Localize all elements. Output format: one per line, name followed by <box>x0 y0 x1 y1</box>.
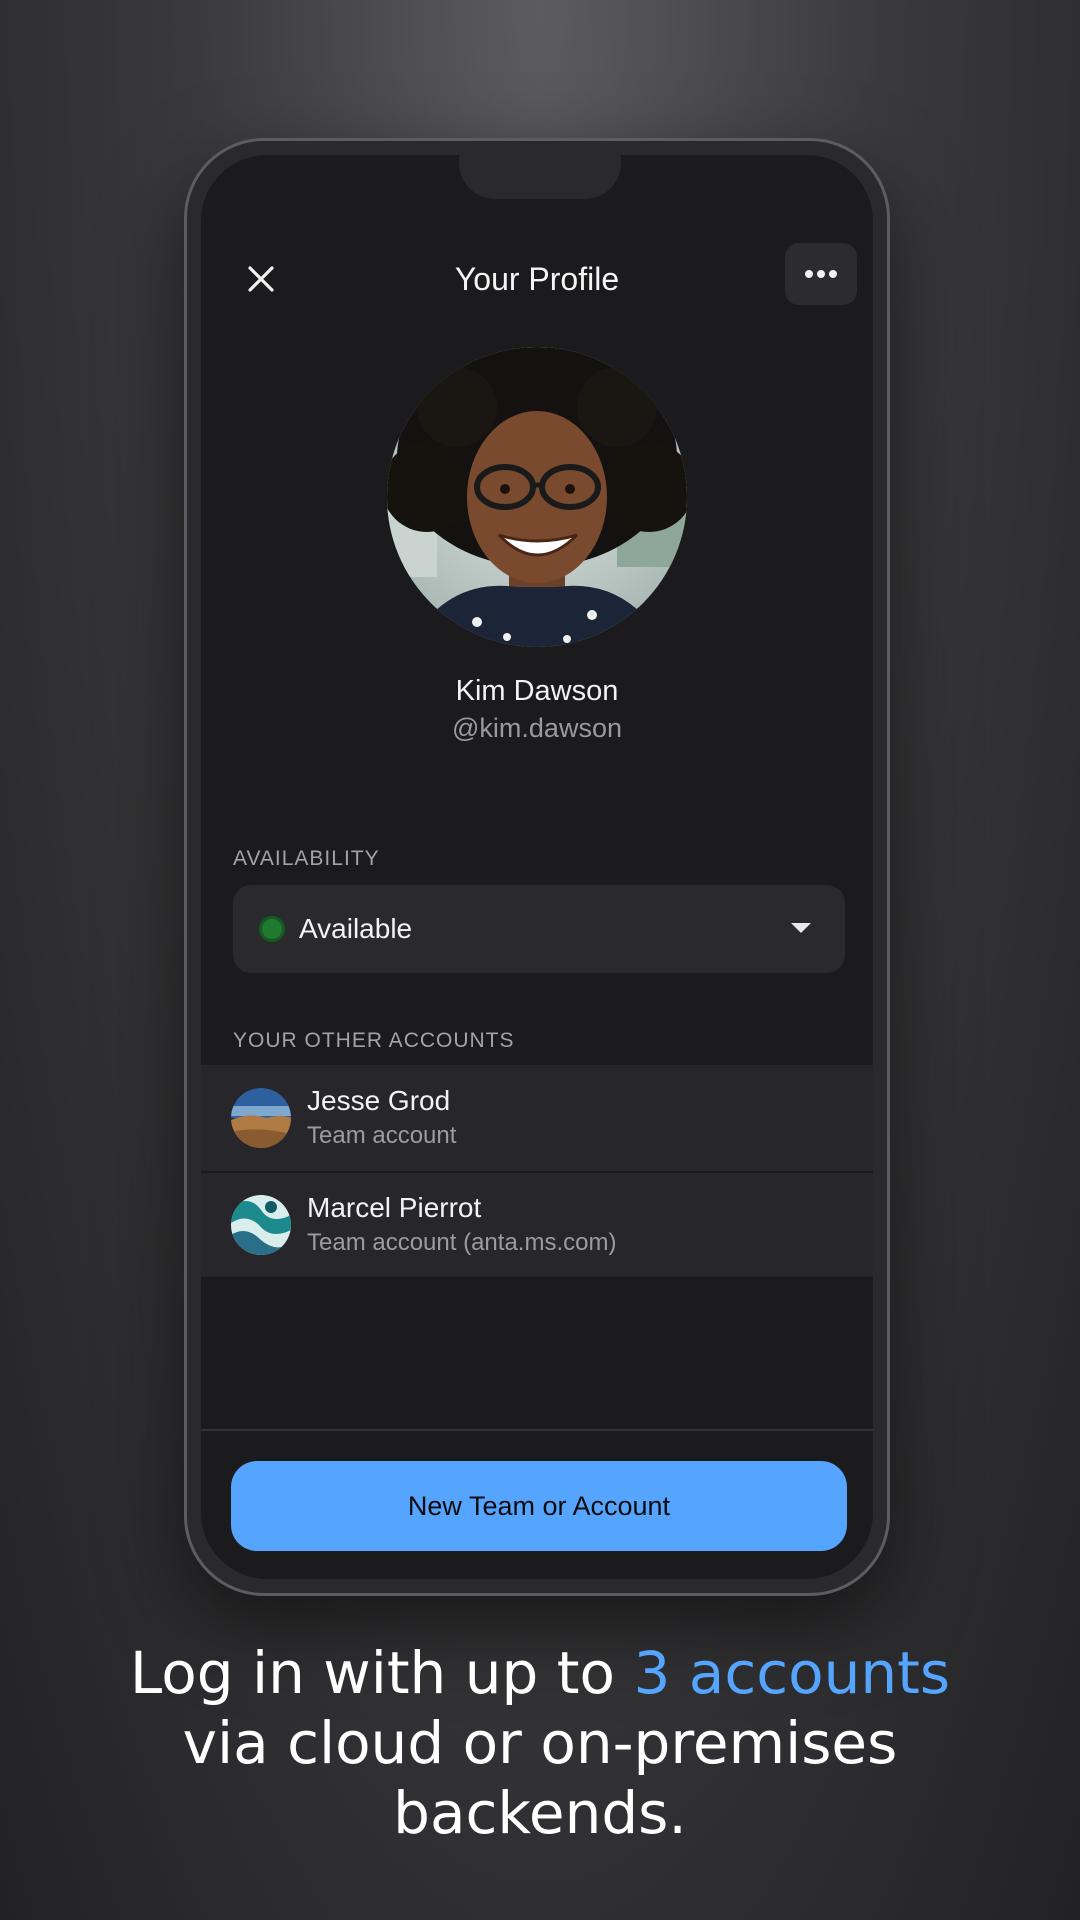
profile-name: Kim Dawson <box>455 675 619 707</box>
account-avatar <box>231 1195 291 1255</box>
account-name: Marcel Pierrot <box>307 1192 482 1223</box>
caption-highlight: 3 accounts <box>633 1639 951 1707</box>
chevron-down-icon <box>791 923 811 933</box>
phone-notch <box>459 155 621 199</box>
new-team-or-account-button[interactable]: New Team or Account <box>231 1461 847 1551</box>
profile-avatar[interactable] <box>387 347 687 647</box>
account-avatar <box>231 1088 291 1148</box>
other-accounts-label: YOUR OTHER ACCOUNTS <box>233 1029 515 1052</box>
account-subtitle: Team account (anta.ms.com) <box>307 1229 617 1256</box>
account-name: Jesse Grod <box>307 1085 451 1116</box>
account-row-marcel-pierrot[interactable]: Marcel Pierrot Team account (anta.ms.com… <box>201 1171 873 1277</box>
divider <box>201 1429 873 1431</box>
other-accounts-list: Jesse Grod Team account Marcel Pierrot T… <box>201 1065 873 1277</box>
availability-dropdown[interactable]: Available <box>233 885 845 973</box>
caption-text-part1: Log in with up to <box>129 1639 634 1707</box>
availability-label: AVAILABILITY <box>233 847 380 870</box>
more-options-button[interactable] <box>785 243 857 305</box>
availability-value: Available <box>299 913 413 944</box>
more-horizontal-icon <box>805 270 837 278</box>
phone-frame: Your Profile Kim Dawson @kim.dawson AVAI… <box>184 138 890 1596</box>
caption-text-part2: via cloud or on-premises backends. <box>182 1709 898 1847</box>
account-row-jesse-grod[interactable]: Jesse Grod Team account <box>201 1065 873 1171</box>
page-title: Your Profile <box>454 261 620 297</box>
promo-caption: Log in with up to 3 accounts via cloud o… <box>60 1638 1020 1848</box>
status-dot <box>259 916 285 942</box>
account-subtitle: Team account <box>307 1122 457 1149</box>
profile-screen: Your Profile Kim Dawson @kim.dawson AVAI… <box>201 155 873 1579</box>
profile-handle: @kim.dawson <box>452 713 622 743</box>
